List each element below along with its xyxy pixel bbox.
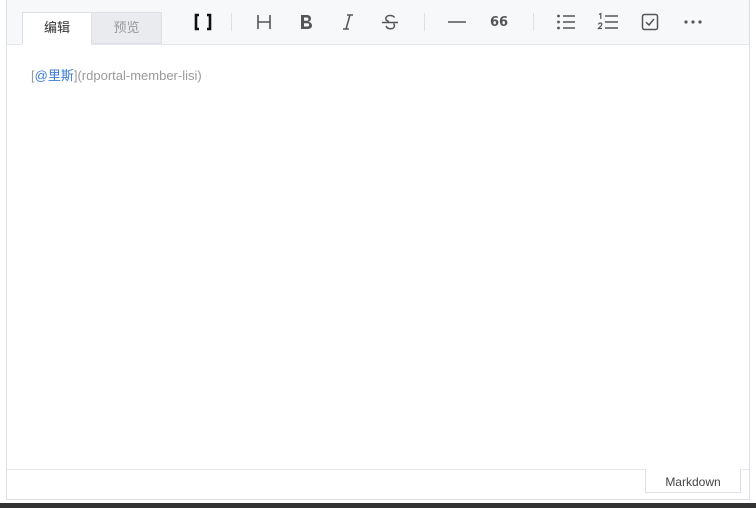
ordered-list-button[interactable] xyxy=(594,8,622,36)
checkbox-icon xyxy=(641,13,659,31)
brackets-button[interactable] xyxy=(189,8,217,36)
markdown-editor: 编辑 预览 66 [@里斯](rdportal-member-lisi) Mar… xyxy=(6,0,750,500)
more-button[interactable] xyxy=(679,8,707,36)
ordered-list-icon xyxy=(597,12,618,30)
brackets-icon xyxy=(194,13,212,31)
toolbar-separator xyxy=(533,13,534,31)
strikethrough-button[interactable] xyxy=(376,8,404,36)
toolbar-separator xyxy=(231,13,232,31)
toolbar-separator xyxy=(424,13,425,31)
checkbox-button[interactable] xyxy=(636,8,664,36)
markdown-mode-label: Markdown xyxy=(645,469,741,493)
quote-button[interactable]: 66 xyxy=(485,8,513,36)
bold-button[interactable] xyxy=(292,8,320,36)
italic-button[interactable] xyxy=(334,8,362,36)
italic-icon xyxy=(343,14,353,30)
close-paren: ) xyxy=(197,68,202,83)
strikethrough-icon xyxy=(382,14,398,30)
more-icon xyxy=(684,20,702,24)
bullet-list-button[interactable] xyxy=(552,8,580,36)
heading-button[interactable] xyxy=(250,8,278,36)
mention-id: rdportal-member-lisi xyxy=(81,68,198,83)
tab-edit[interactable]: 编辑 xyxy=(22,12,92,45)
bottom-border xyxy=(0,503,756,508)
editor-content[interactable]: [@里斯](rdportal-member-lisi) xyxy=(7,45,749,469)
editor-footer: Markdown xyxy=(7,469,749,499)
mention-name: @里斯 xyxy=(34,68,74,83)
editor-toolbar: 编辑 预览 66 xyxy=(7,0,749,45)
bold-icon xyxy=(301,15,312,29)
horizontal-rule-button[interactable] xyxy=(443,8,471,36)
mention-line: [@里斯](rdportal-member-lisi) xyxy=(31,68,202,83)
tab-preview[interactable]: 预览 xyxy=(92,12,162,44)
quote-icon: 66 xyxy=(489,14,509,30)
horizontal-rule-icon xyxy=(448,21,466,23)
bullet-list-icon xyxy=(557,14,575,30)
heading-icon xyxy=(257,15,271,29)
